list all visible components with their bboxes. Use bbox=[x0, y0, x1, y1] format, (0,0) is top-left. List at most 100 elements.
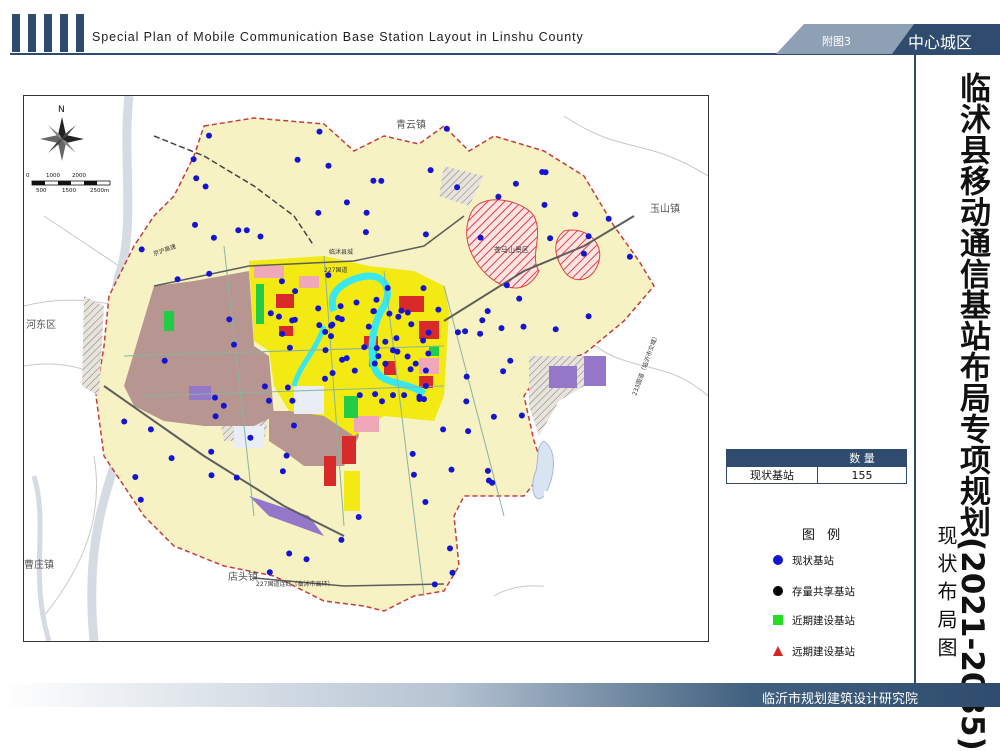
base-station-marker[interactable] bbox=[233, 474, 240, 481]
base-station-marker[interactable] bbox=[315, 209, 322, 216]
base-station-marker[interactable] bbox=[410, 471, 417, 478]
base-station-marker[interactable] bbox=[626, 253, 633, 260]
base-station-marker[interactable] bbox=[427, 167, 434, 174]
base-station-marker[interactable] bbox=[363, 209, 370, 216]
base-station-marker[interactable] bbox=[161, 357, 168, 364]
base-station-marker[interactable] bbox=[231, 341, 237, 348]
base-station-marker[interactable] bbox=[362, 229, 369, 236]
base-station-marker[interactable] bbox=[394, 348, 401, 355]
base-station-marker[interactable] bbox=[210, 234, 217, 241]
base-station-marker[interactable] bbox=[490, 413, 497, 420]
base-station-marker[interactable] bbox=[375, 353, 382, 360]
base-station-marker[interactable] bbox=[382, 338, 389, 345]
base-station-marker[interactable] bbox=[322, 328, 329, 335]
base-station-marker[interactable] bbox=[484, 467, 491, 474]
base-station-marker[interactable] bbox=[168, 455, 175, 462]
base-station-marker[interactable] bbox=[370, 177, 377, 184]
map-panel[interactable]: 青云镇 玉山镇 河东区 曹庄镇 店头镇 苍马山景区 临沭县城 227国道 227… bbox=[23, 95, 709, 642]
base-station-marker[interactable] bbox=[294, 156, 301, 163]
base-station-marker[interactable] bbox=[284, 384, 291, 391]
base-station-marker[interactable] bbox=[409, 450, 416, 457]
base-station-marker[interactable] bbox=[378, 177, 385, 184]
base-station-marker[interactable] bbox=[279, 468, 286, 475]
base-station-marker[interactable] bbox=[500, 368, 507, 375]
base-station-marker[interactable] bbox=[138, 246, 145, 253]
base-station-marker[interactable] bbox=[422, 367, 429, 374]
base-station-marker[interactable] bbox=[335, 314, 341, 321]
base-station-marker[interactable] bbox=[206, 132, 212, 139]
base-station-marker[interactable] bbox=[329, 370, 336, 376]
base-station-marker[interactable] bbox=[372, 391, 379, 398]
base-station-marker[interactable] bbox=[485, 477, 492, 484]
base-station-marker[interactable] bbox=[552, 326, 559, 333]
base-station-marker[interactable] bbox=[355, 514, 362, 520]
base-station-marker[interactable] bbox=[454, 329, 461, 336]
base-station-marker[interactable] bbox=[440, 426, 447, 433]
base-station-marker[interactable] bbox=[303, 556, 310, 563]
base-station-marker[interactable] bbox=[292, 288, 299, 295]
base-station-marker[interactable] bbox=[338, 536, 345, 543]
base-station-marker[interactable] bbox=[206, 270, 213, 277]
base-station-marker[interactable] bbox=[495, 193, 502, 200]
base-station-marker[interactable] bbox=[463, 373, 470, 380]
base-station-marker[interactable] bbox=[356, 392, 363, 399]
base-station-marker[interactable] bbox=[190, 156, 197, 163]
base-station-marker[interactable] bbox=[337, 303, 344, 310]
base-station-marker[interactable] bbox=[208, 448, 215, 455]
base-station-marker[interactable] bbox=[257, 233, 264, 240]
base-station-marker[interactable] bbox=[212, 413, 219, 420]
base-station-marker[interactable] bbox=[353, 299, 360, 306]
base-station-marker[interactable] bbox=[291, 422, 297, 429]
base-station-marker[interactable] bbox=[384, 285, 391, 291]
base-station-marker[interactable] bbox=[516, 295, 523, 302]
base-station-marker[interactable] bbox=[212, 394, 218, 401]
base-station-marker[interactable] bbox=[422, 231, 429, 238]
base-station-marker[interactable] bbox=[328, 333, 334, 340]
base-station-marker[interactable] bbox=[447, 545, 453, 552]
base-station-marker[interactable] bbox=[518, 412, 525, 419]
base-station-marker[interactable] bbox=[278, 278, 285, 285]
base-station-marker[interactable] bbox=[261, 383, 268, 390]
base-station-marker[interactable] bbox=[454, 184, 461, 191]
base-station-marker[interactable] bbox=[322, 375, 328, 382]
base-station-marker[interactable] bbox=[520, 323, 527, 330]
base-station-marker[interactable] bbox=[431, 581, 438, 588]
base-station-marker[interactable] bbox=[477, 330, 484, 337]
base-station-marker[interactable] bbox=[408, 321, 415, 328]
base-station-marker[interactable] bbox=[267, 310, 274, 317]
base-station-marker[interactable] bbox=[585, 233, 592, 240]
base-station-marker[interactable] bbox=[498, 325, 505, 332]
base-station-marker[interactable] bbox=[289, 317, 296, 324]
base-station-marker[interactable] bbox=[382, 360, 389, 367]
base-station-marker[interactable] bbox=[416, 396, 423, 402]
base-station-marker[interactable] bbox=[202, 183, 209, 190]
base-station-marker[interactable] bbox=[243, 227, 250, 234]
base-station-marker[interactable] bbox=[328, 322, 335, 329]
base-station-marker[interactable] bbox=[132, 474, 139, 480]
base-station-marker[interactable] bbox=[365, 323, 372, 330]
base-station-marker[interactable] bbox=[121, 418, 128, 425]
base-station-marker[interactable] bbox=[283, 452, 290, 459]
base-station-marker[interactable] bbox=[422, 383, 429, 389]
base-station-marker[interactable] bbox=[420, 285, 427, 292]
base-station-marker[interactable] bbox=[226, 316, 233, 323]
base-station-marker[interactable] bbox=[373, 345, 380, 352]
base-station-marker[interactable] bbox=[443, 125, 450, 132]
base-station-marker[interactable] bbox=[605, 215, 612, 222]
base-station-marker[interactable] bbox=[286, 344, 293, 351]
base-station-marker[interactable] bbox=[315, 305, 322, 312]
base-station-marker[interactable] bbox=[343, 199, 350, 206]
base-station-marker[interactable] bbox=[276, 313, 282, 320]
base-station-marker[interactable] bbox=[193, 175, 200, 182]
base-station-marker[interactable] bbox=[542, 169, 549, 176]
base-station-marker[interactable] bbox=[316, 128, 323, 135]
base-station-marker[interactable] bbox=[404, 309, 411, 316]
base-station-marker[interactable] bbox=[462, 328, 469, 335]
base-station-marker[interactable] bbox=[316, 322, 323, 329]
base-station-marker[interactable] bbox=[339, 356, 346, 363]
base-station-marker[interactable] bbox=[477, 234, 484, 241]
base-station-marker[interactable] bbox=[235, 227, 242, 234]
base-station-marker[interactable] bbox=[266, 397, 272, 404]
base-station-marker[interactable] bbox=[572, 211, 579, 218]
base-station-marker[interactable] bbox=[398, 307, 405, 314]
